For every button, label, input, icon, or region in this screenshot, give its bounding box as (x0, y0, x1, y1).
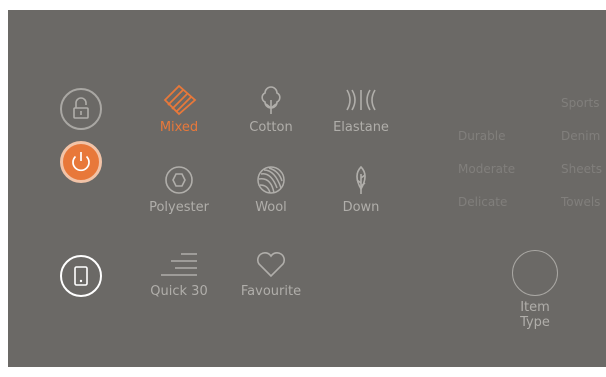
power-button[interactable] (60, 141, 102, 183)
item-type-option-sports[interactable]: Sports (561, 96, 599, 110)
program-wool[interactable]: Wool (231, 164, 311, 215)
program-favourite[interactable]: Favourite (231, 248, 311, 299)
power-icon (72, 152, 90, 172)
mixed-fabric-icon (163, 84, 197, 116)
program-elastane[interactable]: Elastane (321, 84, 401, 135)
program-label: Wool (255, 200, 287, 215)
wool-icon (257, 166, 285, 194)
program-label: Elastane (333, 120, 389, 135)
smartphone-icon (74, 266, 88, 286)
program-down[interactable]: Down (321, 164, 401, 215)
program-label: Favourite (240, 284, 302, 299)
heart-icon (256, 252, 286, 278)
program-label: Mixed (159, 120, 199, 135)
item-type-label-line1: Item (520, 300, 550, 315)
elastane-icon (346, 89, 376, 111)
program-label: Quick 30 (150, 284, 208, 299)
item-type-label: Item Type (505, 300, 565, 330)
feather-icon (356, 165, 366, 194)
item-type-option-towels[interactable]: Towels (561, 195, 600, 209)
item-type-option-durable[interactable]: Durable (458, 129, 505, 143)
cotton-icon (261, 86, 281, 114)
item-type-option-denim[interactable]: Denim (561, 129, 600, 143)
item-type-option-sheets[interactable]: Sheets (561, 162, 602, 176)
program-label: Polyester (149, 200, 209, 215)
phone-button[interactable] (60, 255, 102, 297)
program-label: Down (342, 200, 380, 215)
program-quick-30[interactable]: Quick 30 (139, 248, 219, 299)
program-mixed[interactable]: Mixed (139, 84, 219, 135)
item-type-button[interactable] (512, 250, 558, 296)
program-cotton[interactable]: Cotton (231, 84, 311, 135)
program-label: Cotton (249, 120, 293, 135)
speed-lines-icon (161, 253, 197, 276)
lock-button[interactable] (60, 88, 102, 130)
washer-control-panel: Mixed Cotton Elastane Polyester Wool Dow… (8, 10, 606, 367)
item-type-option-delicate[interactable]: Delicate (458, 195, 507, 209)
padlock-open-icon (73, 97, 89, 119)
program-polyester[interactable]: Polyester (139, 164, 219, 215)
polyester-icon (165, 166, 193, 194)
item-type-option-moderate[interactable]: Moderate (458, 162, 515, 176)
item-type-label-line2: Type (520, 315, 550, 330)
